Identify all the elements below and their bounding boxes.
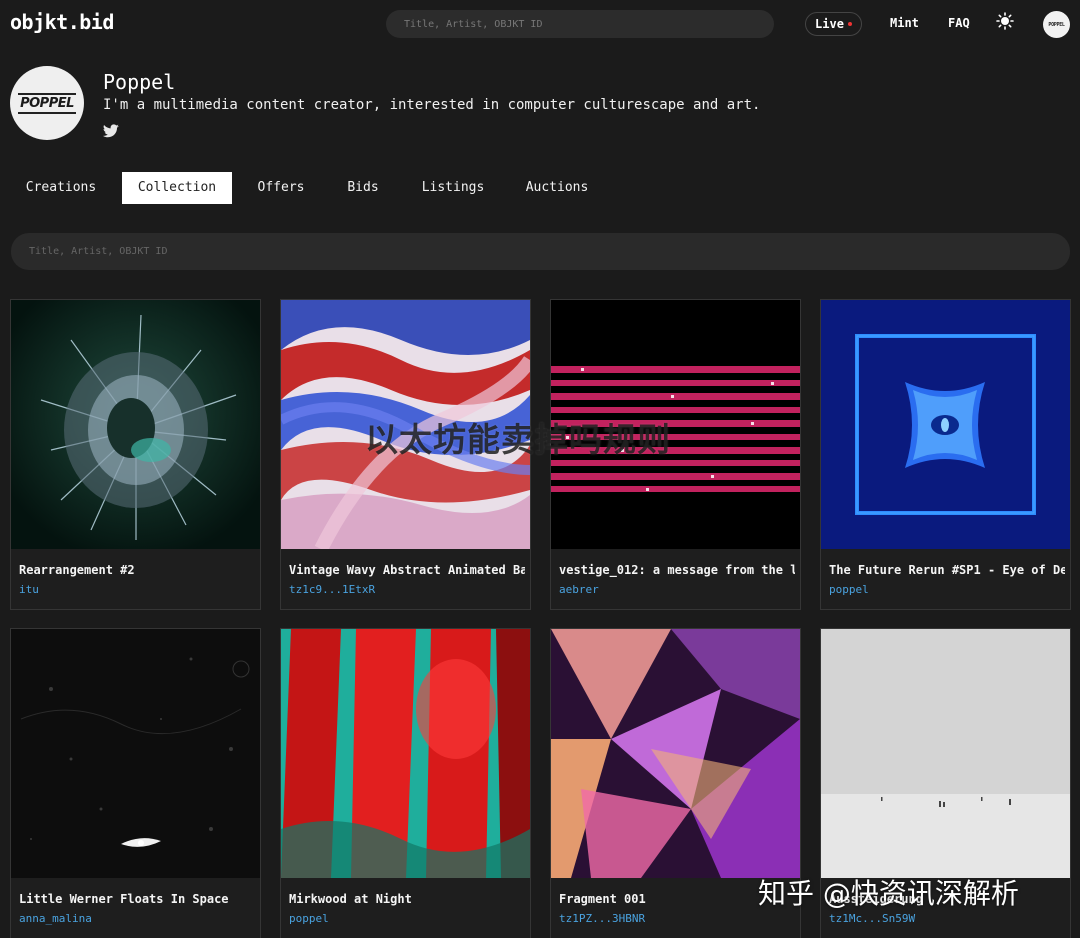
card-creator[interactable]: itu: [19, 583, 39, 596]
card-artwork[interactable]: [281, 629, 530, 878]
card-title[interactable]: Rearrangement #2: [19, 563, 255, 577]
card-artwork[interactable]: [11, 300, 260, 549]
profile-name: Poppel: [103, 70, 176, 94]
user-avatar-text: POPPEL: [1048, 21, 1065, 28]
collection-search-input[interactable]: [11, 233, 1070, 270]
overlay-caption: 以太坊能卖掉吗规则: [365, 420, 671, 459]
tab-offers[interactable]: Offers: [242, 172, 320, 204]
card-creator[interactable]: poppel: [289, 912, 329, 925]
nft-card[interactable]: The Future Rerun #SP1 - Eye of De poppel: [820, 299, 1071, 610]
tab-auctions[interactable]: Auctions: [510, 172, 604, 204]
live-label: Live: [815, 17, 844, 31]
card-creator[interactable]: tz1PZ...3HBNR: [559, 912, 645, 925]
top-navbar: objkt.bid Live Mint FAQ POPPEL: [0, 0, 1080, 50]
tab-creations[interactable]: Creations: [10, 172, 112, 204]
nft-card[interactable]: Rearrangement #2 itu: [10, 299, 261, 610]
tab-listings[interactable]: Listings: [406, 172, 500, 204]
card-title[interactable]: Mirkwood at Night: [289, 892, 525, 906]
sun-icon[interactable]: [996, 12, 1014, 30]
profile-avatar-text: POPPEL: [18, 92, 76, 114]
card-title[interactable]: vestige_012: a message from the l: [559, 563, 795, 577]
user-avatar[interactable]: POPPEL: [1043, 11, 1070, 38]
card-creator[interactable]: tz1c9...1EtxR: [289, 583, 375, 596]
site-logo[interactable]: objkt.bid: [10, 10, 114, 34]
tab-bids[interactable]: Bids: [330, 172, 396, 204]
card-creator[interactable]: anna_malina: [19, 912, 92, 925]
card-title[interactable]: The Future Rerun #SP1 - Eye of De: [829, 563, 1065, 577]
card-creator[interactable]: aebrer: [559, 583, 599, 596]
nft-card[interactable]: Mirkwood at Night poppel: [280, 628, 531, 938]
card-creator[interactable]: poppel: [829, 583, 869, 596]
live-dot-icon: [847, 22, 852, 26]
profile-bio: I'm a multimedia content creator, intere…: [103, 97, 761, 113]
card-title[interactable]: Little Werner Floats In Space: [19, 892, 255, 906]
card-artwork[interactable]: [821, 300, 1070, 549]
twitter-icon[interactable]: [103, 124, 119, 138]
profile-avatar: POPPEL: [10, 66, 84, 140]
mint-link[interactable]: Mint: [890, 16, 919, 30]
card-title[interactable]: Vintage Wavy Abstract Animated Ba: [289, 563, 525, 577]
card-artwork[interactable]: [821, 629, 1070, 878]
faq-link[interactable]: FAQ: [948, 16, 970, 30]
live-button[interactable]: Live: [805, 12, 862, 36]
card-artwork[interactable]: [11, 629, 260, 878]
tab-collection[interactable]: Collection: [122, 172, 232, 204]
card-creator[interactable]: tz1Mc...Sn59W: [829, 912, 915, 925]
nft-card[interactable]: Little Werner Floats In Space anna_malin…: [10, 628, 261, 938]
watermark-text: 知乎 @快资讯深解析: [758, 877, 1019, 910]
card-artwork[interactable]: [551, 629, 800, 878]
header-search-input[interactable]: [386, 10, 774, 38]
